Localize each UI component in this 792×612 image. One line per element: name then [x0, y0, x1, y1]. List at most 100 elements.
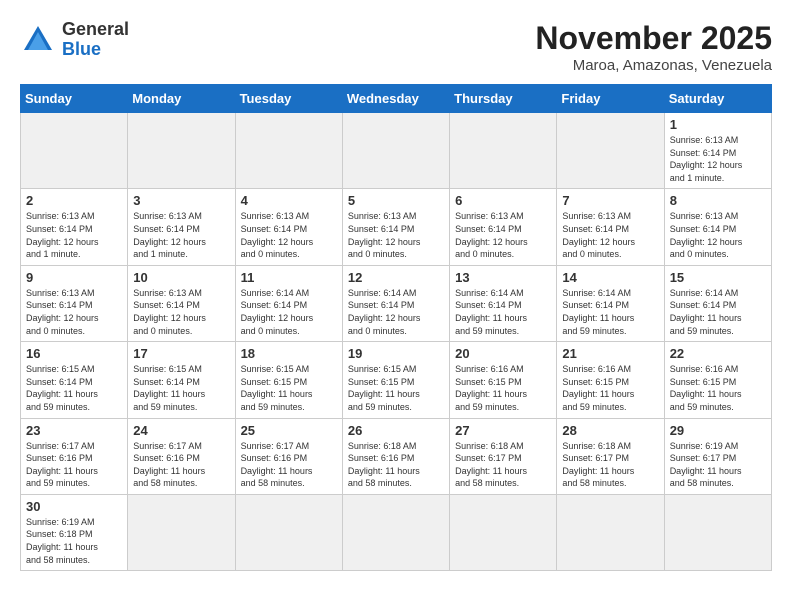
day-cell: 7 Sunrise: 6:13 AM Sunset: 6:14 PM Daylig…	[557, 189, 664, 265]
day-number: 17	[133, 346, 229, 361]
day-number: 29	[670, 423, 766, 438]
weekday-header-sunday: Sunday	[21, 85, 128, 113]
weekday-header-row: SundayMondayTuesdayWednesdayThursdayFrid…	[21, 85, 772, 113]
logo-icon	[20, 22, 56, 58]
day-cell: 13 Sunrise: 6:14 AM Sunset: 6:14 PM Dayli…	[450, 265, 557, 341]
day-number: 16	[26, 346, 122, 361]
day-cell: 5 Sunrise: 6:13 AM Sunset: 6:14 PM Daylig…	[342, 189, 449, 265]
day-number: 22	[670, 346, 766, 361]
day-number: 4	[241, 193, 337, 208]
day-cell: 1 Sunrise: 6:13 AM Sunset: 6:14 PM Daylig…	[664, 113, 771, 189]
day-cell: 15Sunrise: 6:14 AM Sunset: 6:14 PM Dayli…	[664, 265, 771, 341]
weekday-header-thursday: Thursday	[450, 85, 557, 113]
day-cell: 25 Sunrise: 6:17 AM Sunset: 6:16 PM Dayli…	[235, 418, 342, 494]
day-cell	[557, 113, 664, 189]
day-cell	[235, 494, 342, 570]
month-title: November 2025	[535, 20, 772, 57]
day-info: Sunrise: 6:14 AM Sunset: 6:14 PM Dayligh…	[670, 287, 766, 337]
weekday-header-wednesday: Wednesday	[342, 85, 449, 113]
day-number: 11	[241, 270, 337, 285]
day-cell: 17Sunrise: 6:15 AM Sunset: 6:14 PM Dayli…	[128, 342, 235, 418]
day-cell	[21, 113, 128, 189]
day-info: Sunrise: 6:18 AM Sunset: 6:17 PM Dayligh…	[562, 440, 658, 490]
day-cell	[664, 494, 771, 570]
day-cell	[450, 494, 557, 570]
day-number: 26	[348, 423, 444, 438]
day-cell: 9Sunrise: 6:13 AM Sunset: 6:14 PM Daylig…	[21, 265, 128, 341]
day-info: Sunrise: 6:13 AM Sunset: 6:14 PM Dayligh…	[670, 210, 766, 260]
day-info: Sunrise: 6:13 AM Sunset: 6:14 PM Dayligh…	[133, 210, 229, 260]
day-number: 7	[562, 193, 658, 208]
day-number: 1	[670, 117, 766, 132]
day-info: Sunrise: 6:17 AM Sunset: 6:16 PM Dayligh…	[133, 440, 229, 490]
day-cell: 28Sunrise: 6:18 AM Sunset: 6:17 PM Dayli…	[557, 418, 664, 494]
day-cell	[128, 113, 235, 189]
day-info: Sunrise: 6:17 AM Sunset: 6:16 PM Dayligh…	[26, 440, 122, 490]
day-info: Sunrise: 6:18 AM Sunset: 6:17 PM Dayligh…	[455, 440, 551, 490]
week-row-5: 23Sunrise: 6:17 AM Sunset: 6:16 PM Dayli…	[21, 418, 772, 494]
day-cell: 8 Sunrise: 6:13 AM Sunset: 6:14 PM Daylig…	[664, 189, 771, 265]
day-cell: 3 Sunrise: 6:13 AM Sunset: 6:14 PM Daylig…	[128, 189, 235, 265]
day-number: 19	[348, 346, 444, 361]
day-info: Sunrise: 6:14 AM Sunset: 6:14 PM Dayligh…	[348, 287, 444, 337]
weekday-header-saturday: Saturday	[664, 85, 771, 113]
day-info: Sunrise: 6:19 AM Sunset: 6:17 PM Dayligh…	[670, 440, 766, 490]
day-number: 8	[670, 193, 766, 208]
day-cell	[235, 113, 342, 189]
day-cell: 29 Sunrise: 6:19 AM Sunset: 6:17 PM Dayli…	[664, 418, 771, 494]
day-cell: 22Sunrise: 6:16 AM Sunset: 6:15 PM Dayli…	[664, 342, 771, 418]
day-cell: 12 Sunrise: 6:14 AM Sunset: 6:14 PM Dayli…	[342, 265, 449, 341]
day-info: Sunrise: 6:14 AM Sunset: 6:14 PM Dayligh…	[562, 287, 658, 337]
logo-text: General Blue	[62, 20, 129, 60]
day-cell	[128, 494, 235, 570]
day-info: Sunrise: 6:13 AM Sunset: 6:14 PM Dayligh…	[670, 134, 766, 184]
day-info: Sunrise: 6:17 AM Sunset: 6:16 PM Dayligh…	[241, 440, 337, 490]
day-info: Sunrise: 6:15 AM Sunset: 6:15 PM Dayligh…	[348, 363, 444, 413]
day-number: 27	[455, 423, 551, 438]
day-number: 2	[26, 193, 122, 208]
weekday-header-monday: Monday	[128, 85, 235, 113]
day-info: Sunrise: 6:13 AM Sunset: 6:14 PM Dayligh…	[133, 287, 229, 337]
day-cell	[342, 494, 449, 570]
header: General Blue November 2025 Maroa, Amazon…	[20, 20, 772, 74]
day-number: 25	[241, 423, 337, 438]
day-cell	[450, 113, 557, 189]
day-info: Sunrise: 6:14 AM Sunset: 6:14 PM Dayligh…	[455, 287, 551, 337]
week-row-3: 9Sunrise: 6:13 AM Sunset: 6:14 PM Daylig…	[21, 265, 772, 341]
day-number: 20	[455, 346, 551, 361]
day-info: Sunrise: 6:16 AM Sunset: 6:15 PM Dayligh…	[562, 363, 658, 413]
day-cell: 16Sunrise: 6:15 AM Sunset: 6:14 PM Dayli…	[21, 342, 128, 418]
day-info: Sunrise: 6:13 AM Sunset: 6:14 PM Dayligh…	[26, 287, 122, 337]
day-number: 24	[133, 423, 229, 438]
logo: General Blue	[20, 20, 129, 60]
day-number: 18	[241, 346, 337, 361]
location-title: Maroa, Amazonas, Venezuela	[535, 57, 772, 74]
title-block: November 2025 Maroa, Amazonas, Venezuela	[535, 20, 772, 74]
day-info: Sunrise: 6:13 AM Sunset: 6:14 PM Dayligh…	[455, 210, 551, 260]
day-cell	[342, 113, 449, 189]
day-number: 12	[348, 270, 444, 285]
day-cell: 26Sunrise: 6:18 AM Sunset: 6:16 PM Dayli…	[342, 418, 449, 494]
day-cell: 20 Sunrise: 6:16 AM Sunset: 6:15 PM Dayli…	[450, 342, 557, 418]
day-info: Sunrise: 6:13 AM Sunset: 6:14 PM Dayligh…	[26, 210, 122, 260]
day-cell: 10Sunrise: 6:13 AM Sunset: 6:14 PM Dayli…	[128, 265, 235, 341]
day-cell: 23Sunrise: 6:17 AM Sunset: 6:16 PM Dayli…	[21, 418, 128, 494]
weekday-header-friday: Friday	[557, 85, 664, 113]
day-info: Sunrise: 6:13 AM Sunset: 6:14 PM Dayligh…	[241, 210, 337, 260]
day-cell: 11Sunrise: 6:14 AM Sunset: 6:14 PM Dayli…	[235, 265, 342, 341]
day-info: Sunrise: 6:19 AM Sunset: 6:18 PM Dayligh…	[26, 516, 122, 566]
day-info: Sunrise: 6:13 AM Sunset: 6:14 PM Dayligh…	[348, 210, 444, 260]
day-cell: 2 Sunrise: 6:13 AM Sunset: 6:14 PM Daylig…	[21, 189, 128, 265]
day-cell: 14Sunrise: 6:14 AM Sunset: 6:14 PM Dayli…	[557, 265, 664, 341]
day-cell: 30 Sunrise: 6:19 AM Sunset: 6:18 PM Dayli…	[21, 494, 128, 570]
day-info: Sunrise: 6:13 AM Sunset: 6:14 PM Dayligh…	[562, 210, 658, 260]
day-cell: 27 Sunrise: 6:18 AM Sunset: 6:17 PM Dayli…	[450, 418, 557, 494]
day-number: 30	[26, 499, 122, 514]
day-number: 13	[455, 270, 551, 285]
day-number: 3	[133, 193, 229, 208]
week-row-4: 16Sunrise: 6:15 AM Sunset: 6:14 PM Dayli…	[21, 342, 772, 418]
day-cell: 18Sunrise: 6:15 AM Sunset: 6:15 PM Dayli…	[235, 342, 342, 418]
day-info: Sunrise: 6:16 AM Sunset: 6:15 PM Dayligh…	[455, 363, 551, 413]
day-number: 6	[455, 193, 551, 208]
day-number: 5	[348, 193, 444, 208]
